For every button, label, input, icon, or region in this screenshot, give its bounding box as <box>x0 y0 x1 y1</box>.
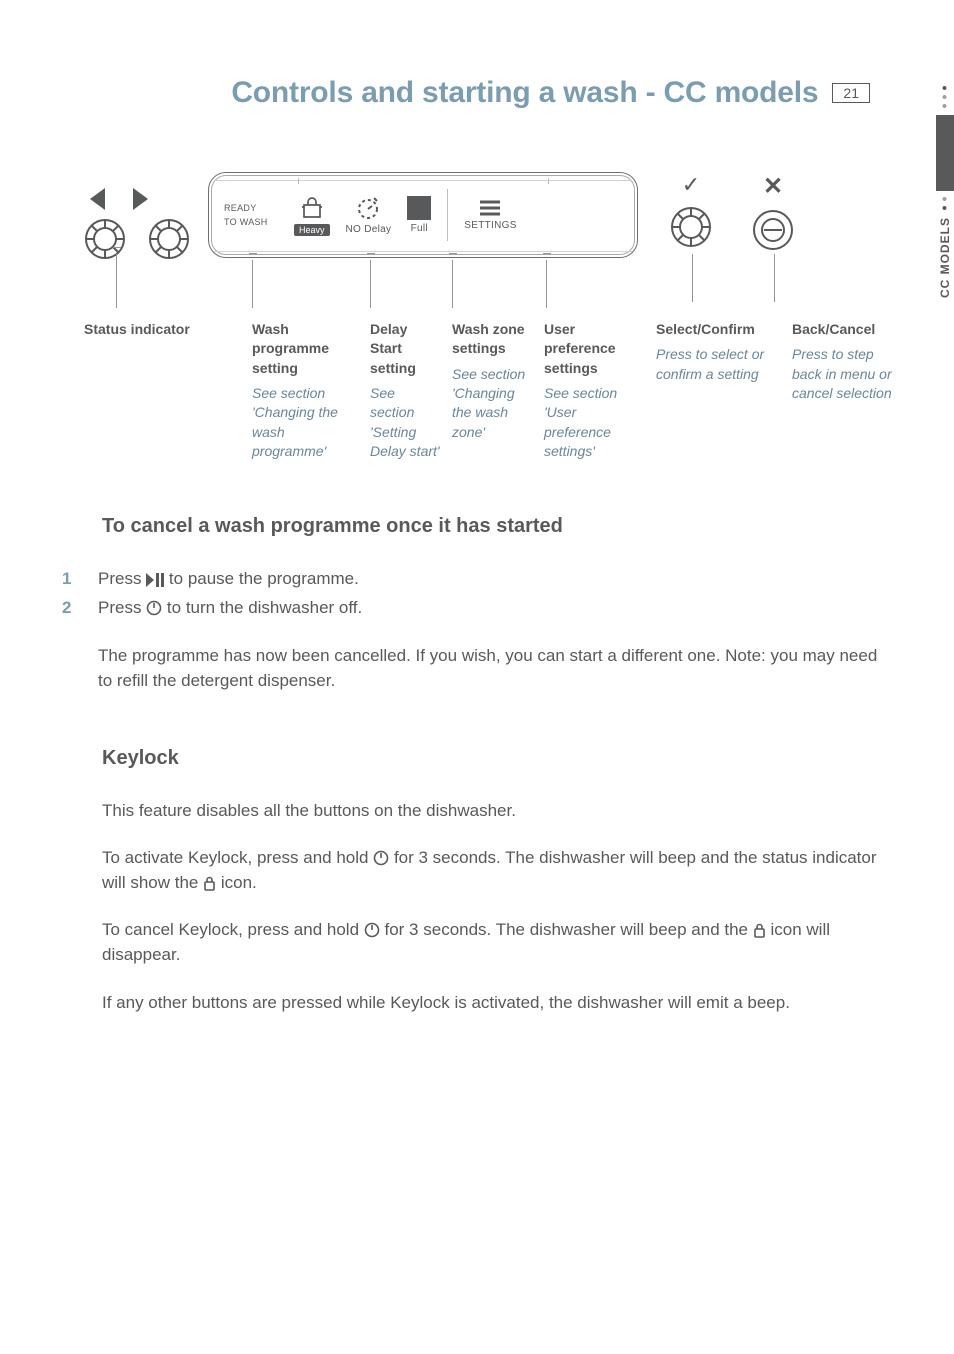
control-panel-diagram: READY TO WASH Heavy NO Delay Full <box>0 172 954 461</box>
lock-icon <box>753 923 766 938</box>
tab-dots-top: ••• <box>942 84 948 111</box>
page-number-box: 21 <box>832 83 870 103</box>
clock-icon <box>355 195 381 221</box>
display-full-label: Full <box>411 223 428 234</box>
step-2-text: Press to turn the dishwasher off. <box>98 595 894 620</box>
callout-user-preference: User preference settings See section 'Us… <box>544 320 656 461</box>
menu-icon <box>477 199 503 217</box>
cancel-knob <box>752 209 794 251</box>
callout-back-cancel: Back/Cancel Press to step back in menu o… <box>792 320 910 461</box>
tab-bar <box>936 115 954 191</box>
display-delay-label: NO Delay <box>346 224 392 235</box>
callout-status-indicator: Status indicator <box>84 320 252 461</box>
display-panel: READY TO WASH Heavy NO Delay Full <box>208 172 638 258</box>
display-heavy-label: Heavy <box>294 224 330 236</box>
left-button-knob <box>84 218 126 260</box>
display-ready-line2: TO WASH <box>224 217 268 227</box>
x-icon: ✕ <box>763 172 783 201</box>
cancel-paragraph: The programme has now been cancelled. If… <box>98 643 894 693</box>
step-1-text: Press to pause the programme. <box>98 566 359 591</box>
tab-label: CC MODELS <box>938 217 952 298</box>
keylock-p3: To cancel Keylock, press and hold for 3 … <box>102 917 894 967</box>
left-arrow-icon <box>90 188 105 210</box>
step-number-1: 1 <box>62 566 74 591</box>
leader-lines <box>0 260 920 320</box>
display-ready-line1: READY <box>224 203 257 213</box>
full-zone-icon <box>407 196 431 220</box>
play-pause-icon <box>146 573 164 587</box>
pot-icon <box>298 195 326 221</box>
step-number-2: 2 <box>62 595 74 692</box>
right-button-knob <box>148 218 190 260</box>
callout-select-confirm: Select/Confirm Press to select or confir… <box>656 320 792 461</box>
tab-dots-bottom: •• <box>942 195 948 213</box>
keylock-heading: Keylock <box>102 747 894 770</box>
cancel-heading: To cancel a wash programme once it has s… <box>102 515 894 538</box>
section-thumb-tab: ••• •• CC MODELS <box>936 84 954 298</box>
keylock-p1: This feature disables all the buttons on… <box>102 798 894 823</box>
callout-delay-start: Delay Start setting See section 'Setting… <box>370 320 452 461</box>
keylock-p4: If any other buttons are pressed while K… <box>102 990 894 1015</box>
lock-icon <box>203 876 216 891</box>
confirm-knob <box>670 206 712 248</box>
power-icon <box>146 600 162 616</box>
power-icon <box>373 850 389 866</box>
keylock-p2: To activate Keylock, press and hold for … <box>102 845 894 895</box>
right-arrow-icon <box>133 188 148 210</box>
callout-wash-zone: Wash zone settings See section 'Changing… <box>452 320 544 461</box>
display-settings-label: SETTINGS <box>464 220 516 231</box>
check-icon: ✓ <box>682 172 700 198</box>
page-title: Controls and starting a wash - CC models <box>231 76 818 110</box>
callout-wash-programme: Wash programme setting See section 'Chan… <box>252 320 370 461</box>
power-icon <box>364 922 380 938</box>
display-separator <box>447 189 448 241</box>
